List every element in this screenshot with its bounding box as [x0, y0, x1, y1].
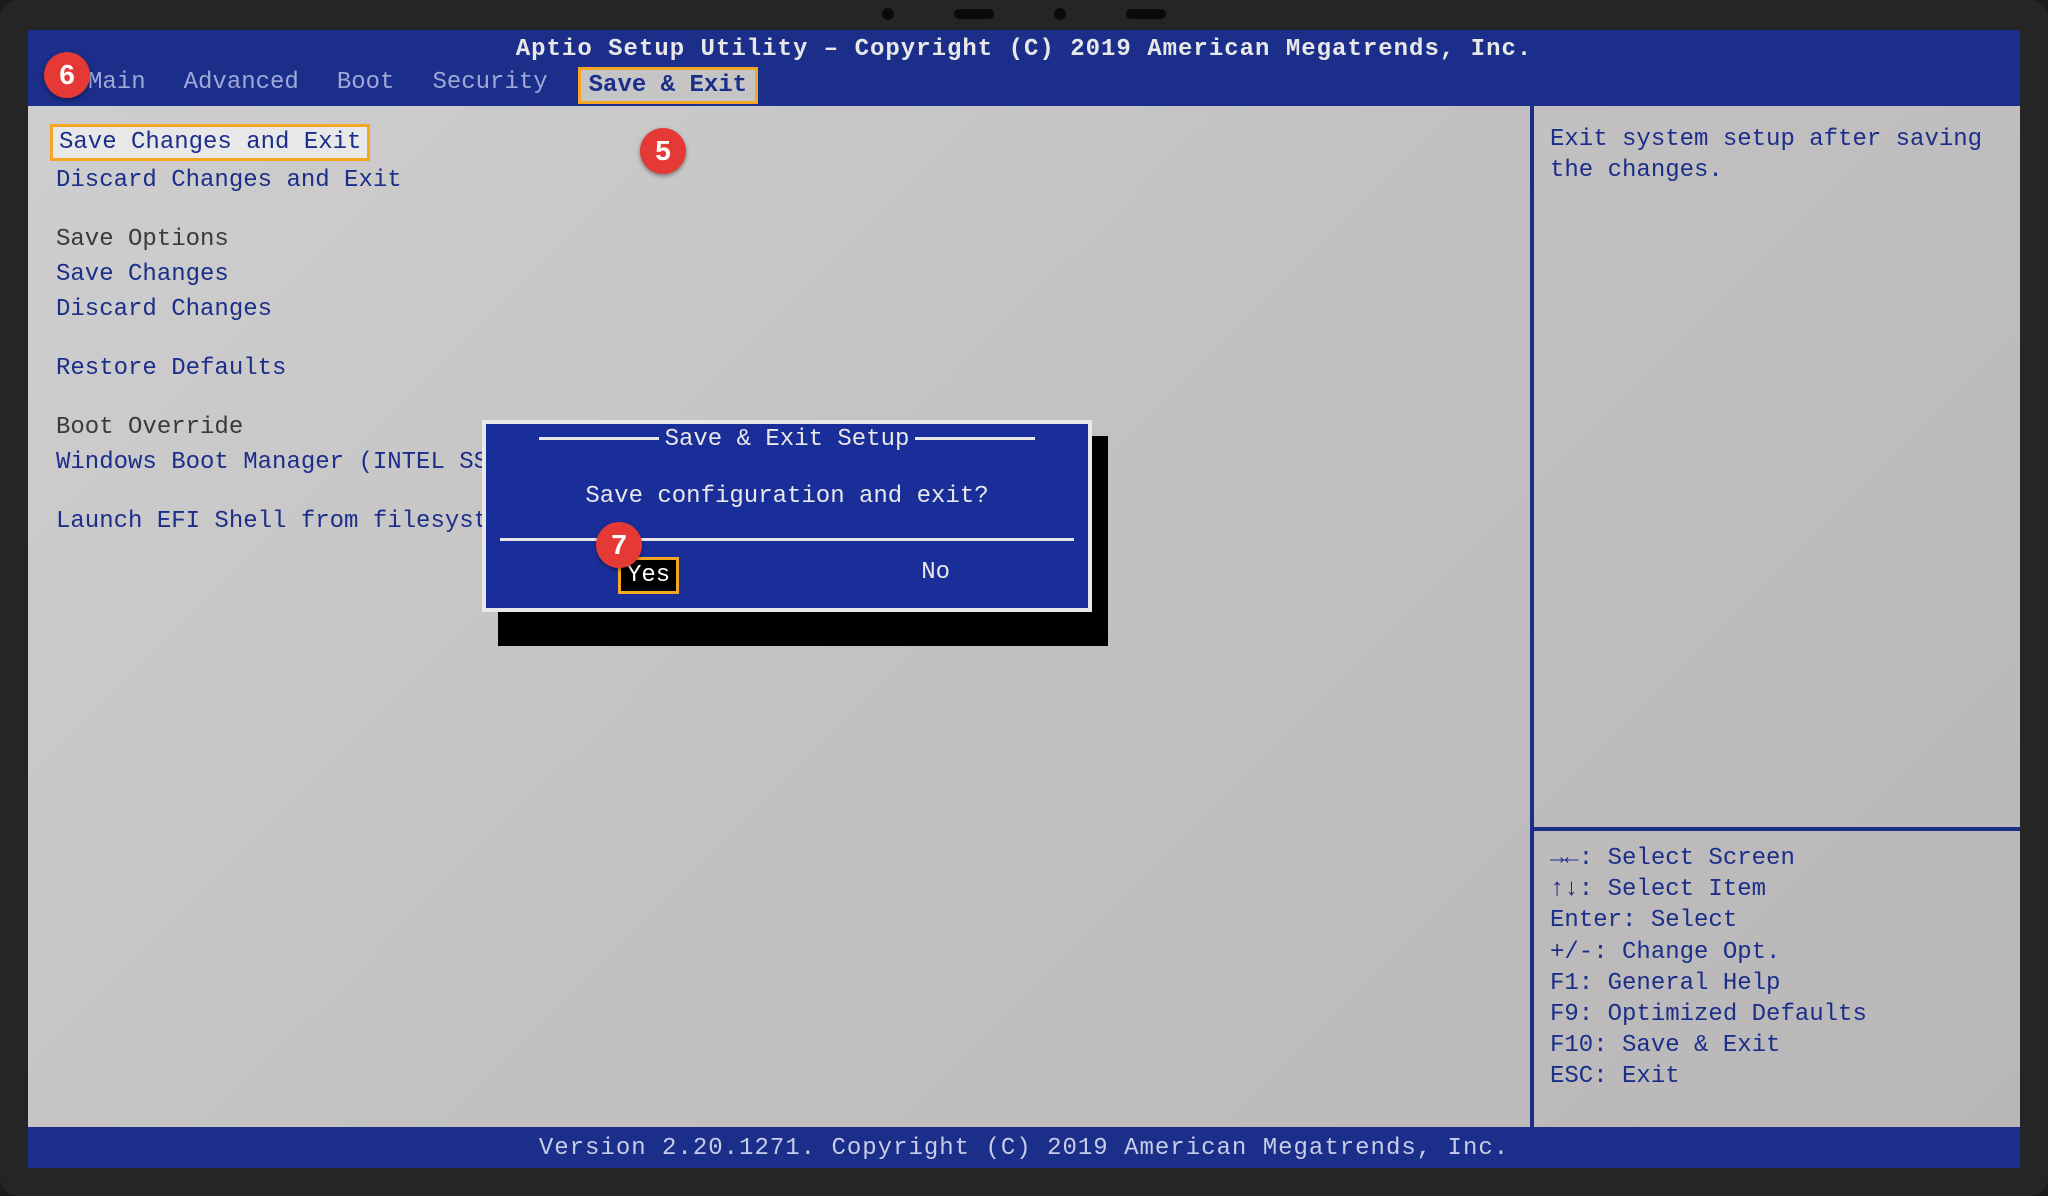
tab-security[interactable]: Security: [424, 67, 555, 104]
item-save-changes-exit[interactable]: Save Changes and Exit: [50, 124, 370, 161]
item-windows-boot-manager[interactable]: Windows Boot Manager (INTEL SSD: [50, 447, 508, 478]
bios-title: Aptio Setup Utility – Copyright (C) 2019…: [28, 36, 2020, 63]
item-restore-defaults[interactable]: Restore Defaults: [50, 353, 292, 384]
help-key-line: →←: Select Screen: [1550, 843, 2004, 874]
left-panel: Save Changes and Exit Discard Changes an…: [28, 106, 1530, 1127]
heading-save-options: Save Options: [50, 224, 235, 255]
bios-screen: Aptio Setup Utility – Copyright (C) 2019…: [28, 30, 2020, 1168]
dialog-no-button[interactable]: No: [915, 557, 956, 594]
dialog-buttons: Yes No: [500, 538, 1074, 594]
help-key-line: Enter: Select: [1550, 905, 2004, 936]
help-key-line: F9: Optimized Defaults: [1550, 999, 2004, 1030]
help-key-line: ↑↓: Select Item: [1550, 874, 2004, 905]
webcam-cluster: [882, 8, 1166, 20]
tab-save-exit[interactable]: Save & Exit: [578, 67, 758, 104]
confirm-dialog: Save & Exit Setup Save configuration and…: [482, 420, 1092, 612]
help-key-line: F10: Save & Exit: [1550, 1030, 2004, 1061]
annotation-6: 6: [44, 52, 90, 98]
header-bar: Aptio Setup Utility – Copyright (C) 2019…: [28, 30, 2020, 106]
help-key-line: ESC: Exit: [1550, 1061, 2004, 1092]
help-description: Exit system setup after saving the chang…: [1534, 106, 2020, 827]
content-area: Save Changes and Exit Discard Changes an…: [28, 106, 2020, 1129]
item-launch-efi-shell[interactable]: Launch EFI Shell from filesyste: [50, 506, 508, 537]
footer-bar: Version 2.20.1271. Copyright (C) 2019 Am…: [28, 1129, 2020, 1168]
heading-boot-override: Boot Override: [50, 412, 249, 443]
annotation-5: 5: [640, 128, 686, 174]
tab-boot[interactable]: Boot: [329, 67, 403, 104]
annotation-7: 7: [596, 522, 642, 568]
help-key-line: +/-: Change Opt.: [1550, 937, 2004, 968]
help-key-line: F1: General Help: [1550, 968, 2004, 999]
item-discard-changes-exit[interactable]: Discard Changes and Exit: [50, 165, 408, 196]
tab-main[interactable]: Main: [80, 67, 154, 104]
dialog-title: Save & Exit Setup: [665, 426, 910, 453]
tab-advanced[interactable]: Advanced: [176, 67, 307, 104]
menu-tabs: Main Advanced Boot Security Save & Exit: [28, 67, 2020, 104]
help-keys: →←: Select Screen ↑↓: Select Item Enter:…: [1534, 827, 2020, 1127]
item-discard-changes[interactable]: Discard Changes: [50, 294, 278, 325]
item-save-changes[interactable]: Save Changes: [50, 259, 235, 290]
right-panel: Exit system setup after saving the chang…: [1530, 106, 2020, 1127]
dialog-message: Save configuration and exit?: [500, 477, 1074, 516]
